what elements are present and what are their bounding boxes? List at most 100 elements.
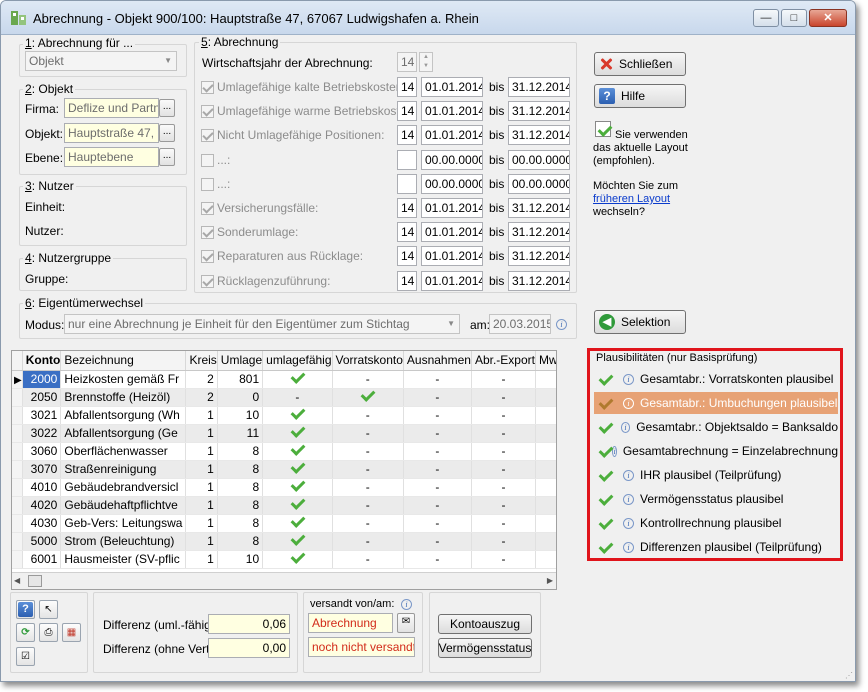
row-selector[interactable]: [12, 550, 23, 569]
help-tool-button[interactable]: ?: [16, 600, 35, 619]
info-icon[interactable]: i: [620, 421, 631, 433]
column-header[interactable]: Umlage: [217, 351, 264, 371]
plausibility-item[interactable]: i Differenzen plausibel (Teilprüfung): [594, 536, 838, 558]
info-icon[interactable]: i: [556, 319, 567, 330]
abrechnung-row-to-date[interactable]: 31.12.2014: [508, 125, 570, 145]
abrechnung-row-to-date[interactable]: 31.12.2014: [508, 198, 570, 218]
close-button[interactable]: ✕: [809, 9, 847, 27]
abrechnung-row-from-date[interactable]: 01.01.2014: [421, 77, 483, 97]
info-icon[interactable]: i: [623, 373, 634, 385]
table-row[interactable]: 2050 Brennstoffe (Heizöl) 2 0 - - -: [12, 388, 556, 407]
abrechnung-row-checkbox[interactable]: [201, 202, 214, 215]
abrechnung-row-year[interactable]: 14: [397, 246, 417, 266]
maximize-button[interactable]: □: [781, 9, 807, 27]
abrechnung-row-checkbox[interactable]: [201, 226, 214, 239]
row-selector[interactable]: [12, 514, 23, 533]
info-icon[interactable]: i: [623, 397, 634, 409]
abrechnung-row-from-date[interactable]: 01.01.2014: [421, 222, 483, 242]
row-selector[interactable]: [12, 478, 23, 497]
abrechnung-row-to-date[interactable]: 00.00.0000: [508, 150, 570, 170]
am-date-field[interactable]: 20.03.2015: [489, 314, 551, 334]
abrechnung-row-from-date[interactable]: 00.00.0000: [421, 150, 483, 170]
table-horizontal-scrollbar[interactable]: ◀ ▶: [12, 572, 556, 589]
scrollbar-thumb[interactable]: [28, 575, 42, 587]
abrechnung-row-year[interactable]: [397, 174, 417, 194]
table-row[interactable]: 3060 Oberflächenwasser 1 8 - - -: [12, 442, 556, 461]
row-selector[interactable]: [12, 424, 23, 443]
abrechnung-row-checkbox[interactable]: [201, 275, 214, 288]
minimize-button[interactable]: —: [753, 9, 779, 27]
abrechnung-row-to-date[interactable]: 31.12.2014: [508, 246, 570, 266]
abrechnung-row-year[interactable]: [397, 150, 417, 170]
column-header[interactable]: Bezeichnung: [60, 351, 187, 371]
table-row[interactable]: 4030 Geb-Vers: Leitungswa 1 8 - - -: [12, 514, 556, 533]
objekt-browse-button[interactable]: ...: [159, 124, 175, 142]
row-selector[interactable]: ▶: [12, 370, 23, 389]
row-selector[interactable]: [12, 406, 23, 425]
table-row[interactable]: 4010 Gebäudebrandversicl 1 8 - - -: [12, 478, 556, 497]
ebene-field[interactable]: Hauptebene: [64, 147, 159, 167]
plausibility-item[interactable]: i Vermögensstatus plausibel: [594, 488, 838, 510]
abrechnung-row-checkbox[interactable]: [201, 154, 214, 167]
abrechnung-fuer-select[interactable]: Objekt ▼: [25, 51, 177, 71]
abrechnung-row-checkbox[interactable]: [201, 250, 214, 263]
table-row[interactable]: 3021 Abfallentsorgung (Wh 1 10 - - -: [12, 406, 556, 425]
export-tool-button[interactable]: ▦: [62, 623, 81, 642]
refresh-tool-button[interactable]: ⟳: [16, 623, 35, 642]
scroll-right-icon[interactable]: ▶: [547, 576, 553, 585]
confirm-tool-button[interactable]: ☑: [16, 647, 35, 666]
objekt-field[interactable]: Hauptstraße 47, 67: [64, 123, 159, 143]
abrechnung-row-to-date[interactable]: 31.12.2014: [508, 101, 570, 121]
column-header[interactable]: Konto: [22, 351, 62, 371]
abrechnung-row-checkbox[interactable]: [201, 129, 214, 142]
wirtschaftsjahr-field[interactable]: 14: [397, 52, 417, 72]
hilfe-button[interactable]: ? Hilfe: [594, 84, 686, 108]
table-row[interactable]: 3070 Straßenreinigung 1 8 - - -: [12, 460, 556, 479]
info-icon[interactable]: i: [623, 517, 634, 529]
row-selector[interactable]: [12, 532, 23, 551]
print-tool-button[interactable]: ⎙: [39, 623, 58, 642]
abrechnung-row-to-date[interactable]: 31.12.2014: [508, 222, 570, 242]
row-selector[interactable]: [12, 388, 23, 407]
info-icon[interactable]: i: [612, 445, 617, 457]
wirtschaftsjahr-spinner[interactable]: ▲ ▼: [419, 52, 433, 72]
firma-browse-button[interactable]: ...: [159, 99, 175, 117]
abrechnung-row-year[interactable]: 14: [397, 77, 417, 97]
title-bar[interactable]: Abrechnung - Objekt 900/100: Hauptstraße…: [1, 1, 855, 35]
resize-grip-icon[interactable]: ⋰: [845, 671, 853, 680]
table-row[interactable]: 3022 Abfallentsorgung (Ge 1 11 - - -: [12, 424, 556, 443]
abrechnung-row-from-date[interactable]: 01.01.2014: [421, 198, 483, 218]
column-header[interactable]: Kreis: [185, 351, 218, 371]
abrechnung-row-year[interactable]: 14: [397, 125, 417, 145]
row-selector[interactable]: [12, 442, 23, 461]
abrechnung-row-to-date[interactable]: 31.12.2014: [508, 271, 570, 291]
info-icon[interactable]: i: [401, 599, 412, 610]
pointer-tool-button[interactable]: ↖: [39, 600, 58, 619]
plausibility-item[interactable]: i Gesamtabr.: Objektsaldo = Banksaldo: [594, 416, 838, 438]
abrechnung-row-year[interactable]: 14: [397, 101, 417, 121]
abrechnung-row-checkbox[interactable]: [201, 178, 214, 191]
info-icon[interactable]: i: [623, 541, 634, 553]
schliessen-button[interactable]: Schließen: [594, 52, 686, 76]
abrechnung-row-from-date[interactable]: 01.01.2014: [421, 101, 483, 121]
abrechnung-row-from-date[interactable]: 00.00.0000: [421, 174, 483, 194]
abrechnung-row-from-date[interactable]: 01.01.2014: [421, 271, 483, 291]
abrechnung-row-year[interactable]: 14: [397, 222, 417, 242]
scroll-left-icon[interactable]: ◀: [14, 576, 20, 585]
kontoauszug-button[interactable]: Kontoauszug: [438, 614, 532, 634]
abrechnung-row-checkbox[interactable]: [201, 81, 214, 94]
column-header[interactable]: umlagefähig: [262, 351, 333, 371]
vermoegensstatus-button[interactable]: Vermögensstatus: [438, 638, 532, 658]
modus-select[interactable]: nur eine Abrechnung je Einheit für den E…: [64, 314, 460, 334]
abrechnung-row-from-date[interactable]: 01.01.2014: [421, 246, 483, 266]
selektion-button[interactable]: ◀ Selektion: [594, 310, 686, 334]
plausibility-item[interactable]: i Kontrollrechnung plausibel: [594, 512, 838, 534]
abrechnung-row-to-date[interactable]: 31.12.2014: [508, 77, 570, 97]
plausibility-item[interactable]: i Gesamtabrechnung = Einzelabrechnung: [594, 440, 838, 462]
abrechnung-row-from-date[interactable]: 01.01.2014: [421, 125, 483, 145]
firma-field[interactable]: Deflize und Partne: [64, 98, 159, 118]
ebene-browse-button[interactable]: ...: [159, 148, 175, 166]
plausibility-item[interactable]: i IHR plausibel (Teilprüfung): [594, 464, 838, 486]
plausibility-item[interactable]: i Gesamtabr.: Umbuchungen plausibel: [594, 392, 838, 414]
table-row[interactable]: ▶ 2000 Heizkosten gemäß Fr 2 801 - - -: [12, 370, 556, 389]
